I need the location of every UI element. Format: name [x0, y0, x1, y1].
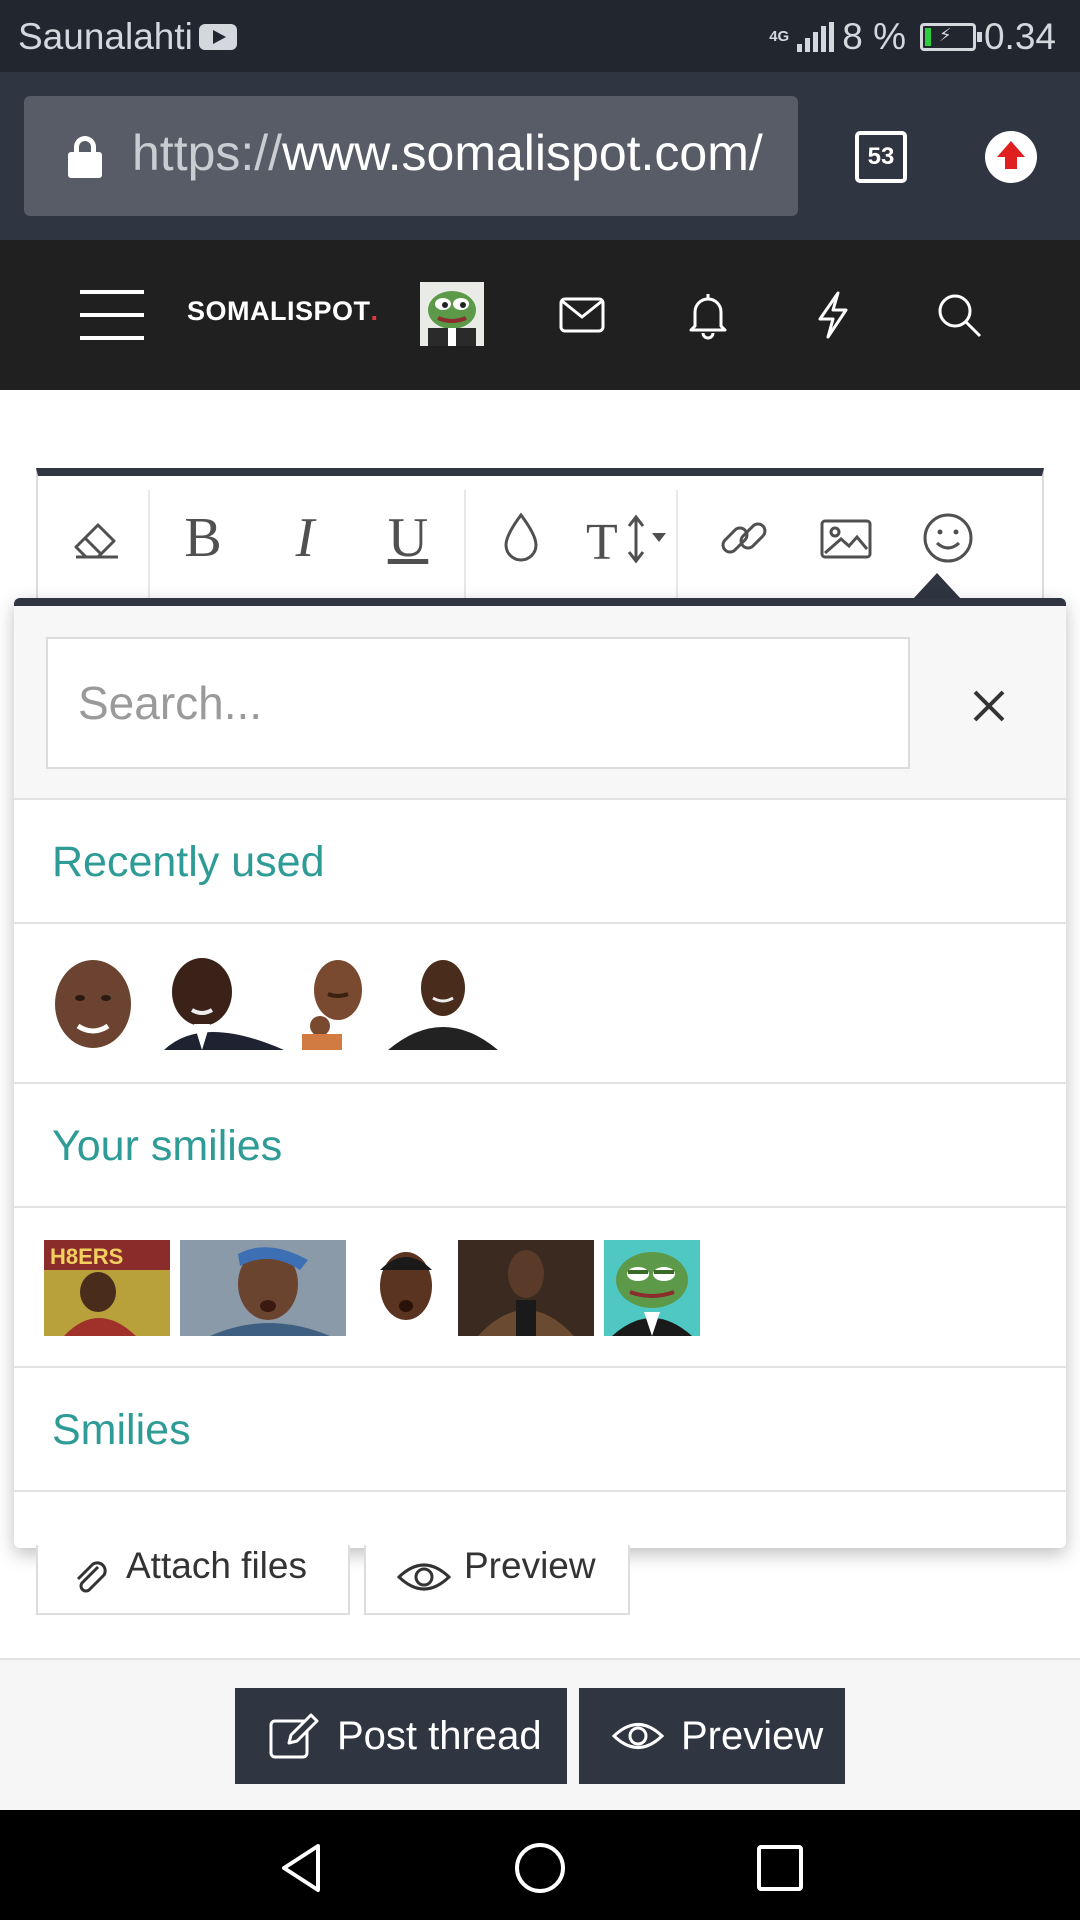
search-icon[interactable] [934, 290, 984, 340]
editor-preview-label: Preview [464, 1545, 596, 1586]
site-logo[interactable]: SOMALISPOT. [187, 296, 379, 327]
preview-label: Preview [681, 1713, 824, 1758]
site-header: SOMALISPOT. [0, 240, 1080, 390]
battery-icon: ⚡ [919, 23, 982, 51]
bold-icon[interactable]: B [168, 503, 238, 573]
recent-smilie[interactable] [388, 954, 498, 1050]
eye-icon [396, 1563, 452, 1591]
editor-preview-button[interactable]: Preview [364, 1545, 630, 1615]
toolbar-divider [676, 490, 678, 600]
font-size-icon[interactable]: T [584, 503, 684, 573]
lock-icon [68, 136, 102, 178]
hamburger-menu-icon[interactable] [80, 290, 144, 340]
recent-smilie[interactable] [50, 954, 136, 1050]
bell-icon[interactable] [683, 290, 733, 340]
toolbar-divider [148, 490, 150, 600]
your-smilies-row: H8ERS [14, 1208, 1066, 1368]
eye-icon [611, 1723, 665, 1749]
system-navigation-bar [0, 1810, 1080, 1920]
status-carrier: Saunalahti [18, 16, 237, 58]
post-thread-button[interactable]: Post thread [235, 1688, 567, 1784]
user-avatar[interactable] [420, 282, 484, 346]
section-title: Smilies [52, 1406, 191, 1454]
browser-menu-icon[interactable] [985, 131, 1037, 183]
youtube-notification-icon [198, 24, 237, 50]
your-smilie[interactable] [458, 1240, 594, 1336]
browser-toolbar: https://www.somalispot.com/ 53 [0, 72, 1080, 240]
smilie-search-area [14, 606, 1066, 800]
editor-toolbar: B I U T [36, 468, 1044, 600]
popover-caret [913, 573, 961, 599]
attach-files-button[interactable]: Attach files [36, 1545, 350, 1615]
clock: 0.34 [983, 16, 1056, 57]
preview-button[interactable]: Preview [579, 1688, 845, 1784]
network-type: 4G [769, 28, 790, 45]
svg-text:T: T [586, 514, 618, 567]
smilie-icon[interactable] [913, 503, 983, 573]
home-icon[interactable] [512, 1840, 568, 1896]
back-icon[interactable] [274, 1840, 330, 1896]
toolbar-divider [464, 490, 466, 600]
recent-smilies-row [14, 924, 1066, 1084]
recent-smilie[interactable] [298, 954, 378, 1050]
close-icon[interactable] [969, 686, 1009, 726]
form-footer: Post thread Preview [0, 1658, 1080, 1810]
paperclip-icon [76, 1561, 107, 1593]
svg-text:H8ERS: H8ERS [50, 1244, 123, 1269]
battery-percent: 8 % [842, 16, 906, 57]
your-smilie[interactable]: H8ERS [44, 1240, 170, 1336]
logo-dot: . [370, 296, 379, 326]
your-smilie[interactable] [366, 1240, 446, 1336]
carrier-name: Saunalahti [18, 16, 193, 57]
post-thread-label: Post thread [337, 1713, 542, 1758]
recents-icon[interactable] [752, 1840, 808, 1896]
url-host: www.somalispot.com/ [282, 125, 763, 181]
tab-switcher-button[interactable]: 53 [855, 131, 907, 183]
status-bar: Saunalahti 4G 8 % ⚡ 0.34 [0, 0, 1080, 72]
section-title: Your smilies [52, 1122, 283, 1170]
url-scheme: https:// [132, 125, 283, 181]
smilie-picker: Recently used Your smilies H8ERS [14, 598, 1066, 1548]
signal-icon [797, 22, 835, 52]
address-bar[interactable]: https://www.somalispot.com/ [24, 96, 798, 216]
inbox-icon[interactable] [557, 290, 607, 340]
italic-icon[interactable]: I [270, 503, 340, 573]
recent-smilie[interactable] [154, 954, 284, 1050]
section-header-yours: Your smilies [14, 1084, 1066, 1208]
smilie-search-input[interactable] [46, 637, 910, 769]
eraser-icon[interactable] [62, 503, 132, 573]
url-text[interactable]: https://www.somalispot.com/ [132, 124, 763, 182]
your-smilie[interactable] [180, 1240, 346, 1336]
edit-icon [269, 1713, 319, 1759]
attach-files-label: Attach files [126, 1545, 307, 1586]
your-smilie[interactable] [604, 1240, 700, 1336]
logo-text: SOMALISPOT [187, 296, 371, 326]
section-header-smilies: Smilies [14, 1368, 1066, 1492]
color-drop-icon[interactable] [486, 503, 556, 573]
image-icon[interactable] [811, 503, 881, 573]
link-icon[interactable] [709, 503, 779, 573]
bolt-icon[interactable] [808, 290, 858, 340]
underline-icon[interactable]: U [373, 503, 443, 573]
section-title: Recently used [52, 838, 325, 886]
section-header-recent: Recently used [14, 800, 1066, 924]
status-indicators: 4G 8 % ⚡ 0.34 [769, 16, 1056, 58]
